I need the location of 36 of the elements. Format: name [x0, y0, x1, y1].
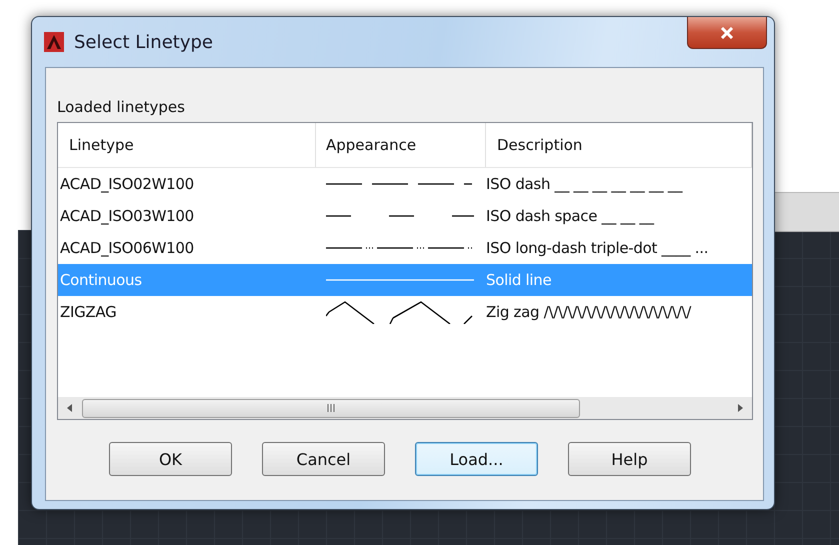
horizontal-scrollbar[interactable] — [58, 397, 752, 419]
letter-a-logo-icon — [44, 32, 64, 52]
column-header[interactable]: Appearance — [316, 123, 486, 167]
linetype-name: Continuous — [59, 271, 143, 289]
group-label: Loaded linetypes — [57, 98, 186, 116]
column-header[interactable]: Linetype — [58, 123, 316, 167]
dialog-button[interactable]: Cancel — [262, 442, 385, 476]
close-icon — [720, 26, 734, 38]
description-text: ISO long-dash triple-dot ____ ... — [486, 239, 710, 257]
description-text: Solid line — [486, 271, 552, 289]
linetype-name: ACAD_ISO06W100 — [59, 239, 195, 257]
dialog-button[interactable]: Load... — [415, 442, 538, 476]
linetype-pattern-icon — [326, 278, 474, 282]
linetype-row[interactable]: ACAD_ISO02W100 ISO dash __ __ __ __ __ __ __ — [58, 168, 752, 200]
description-text: Zig zag /\/\/\/\/\/\/\/\/\/\/\/\/\/\/\/ — [486, 303, 692, 321]
linetype-name: ZIGZAG — [59, 303, 118, 321]
linetype-row[interactable]: ACAD_ISO06W100 ISO long-dash triple-dot ____ ... — [58, 232, 752, 264]
grip-icon — [326, 404, 336, 412]
linetype-pattern-icon — [326, 182, 474, 186]
description-text: ISO dash space __ __ __ — [486, 207, 656, 225]
dialog-button[interactable]: Help — [568, 442, 691, 476]
dialog-button[interactable]: OK — [109, 442, 232, 476]
description-text: ISO dash __ __ __ __ __ __ __ — [486, 175, 684, 193]
scroll-left-icon[interactable] — [66, 403, 74, 413]
linetype-pattern-icon — [326, 214, 474, 218]
linetype-name: ACAD_ISO03W100 — [59, 207, 195, 225]
window-title: Select Linetype — [74, 32, 213, 52]
column-header[interactable]: Description — [486, 123, 752, 167]
linetype-row[interactable]: ZIGZAG Zig zag /\/\/\/\/\/\/\/\/\/\/\/\/\/\/\/ — [58, 296, 752, 328]
linetype-pattern-icon — [326, 300, 474, 324]
linetype-pattern-icon — [326, 246, 474, 250]
linetype-row[interactable]: ACAD_ISO03W100 ISO dash space __ __ __ — [58, 200, 752, 232]
scroll-right-icon[interactable] — [736, 403, 744, 413]
close-button[interactable] — [687, 17, 767, 49]
linetype-name: ACAD_ISO02W100 — [59, 175, 195, 193]
scroll-thumb[interactable] — [82, 398, 580, 418]
